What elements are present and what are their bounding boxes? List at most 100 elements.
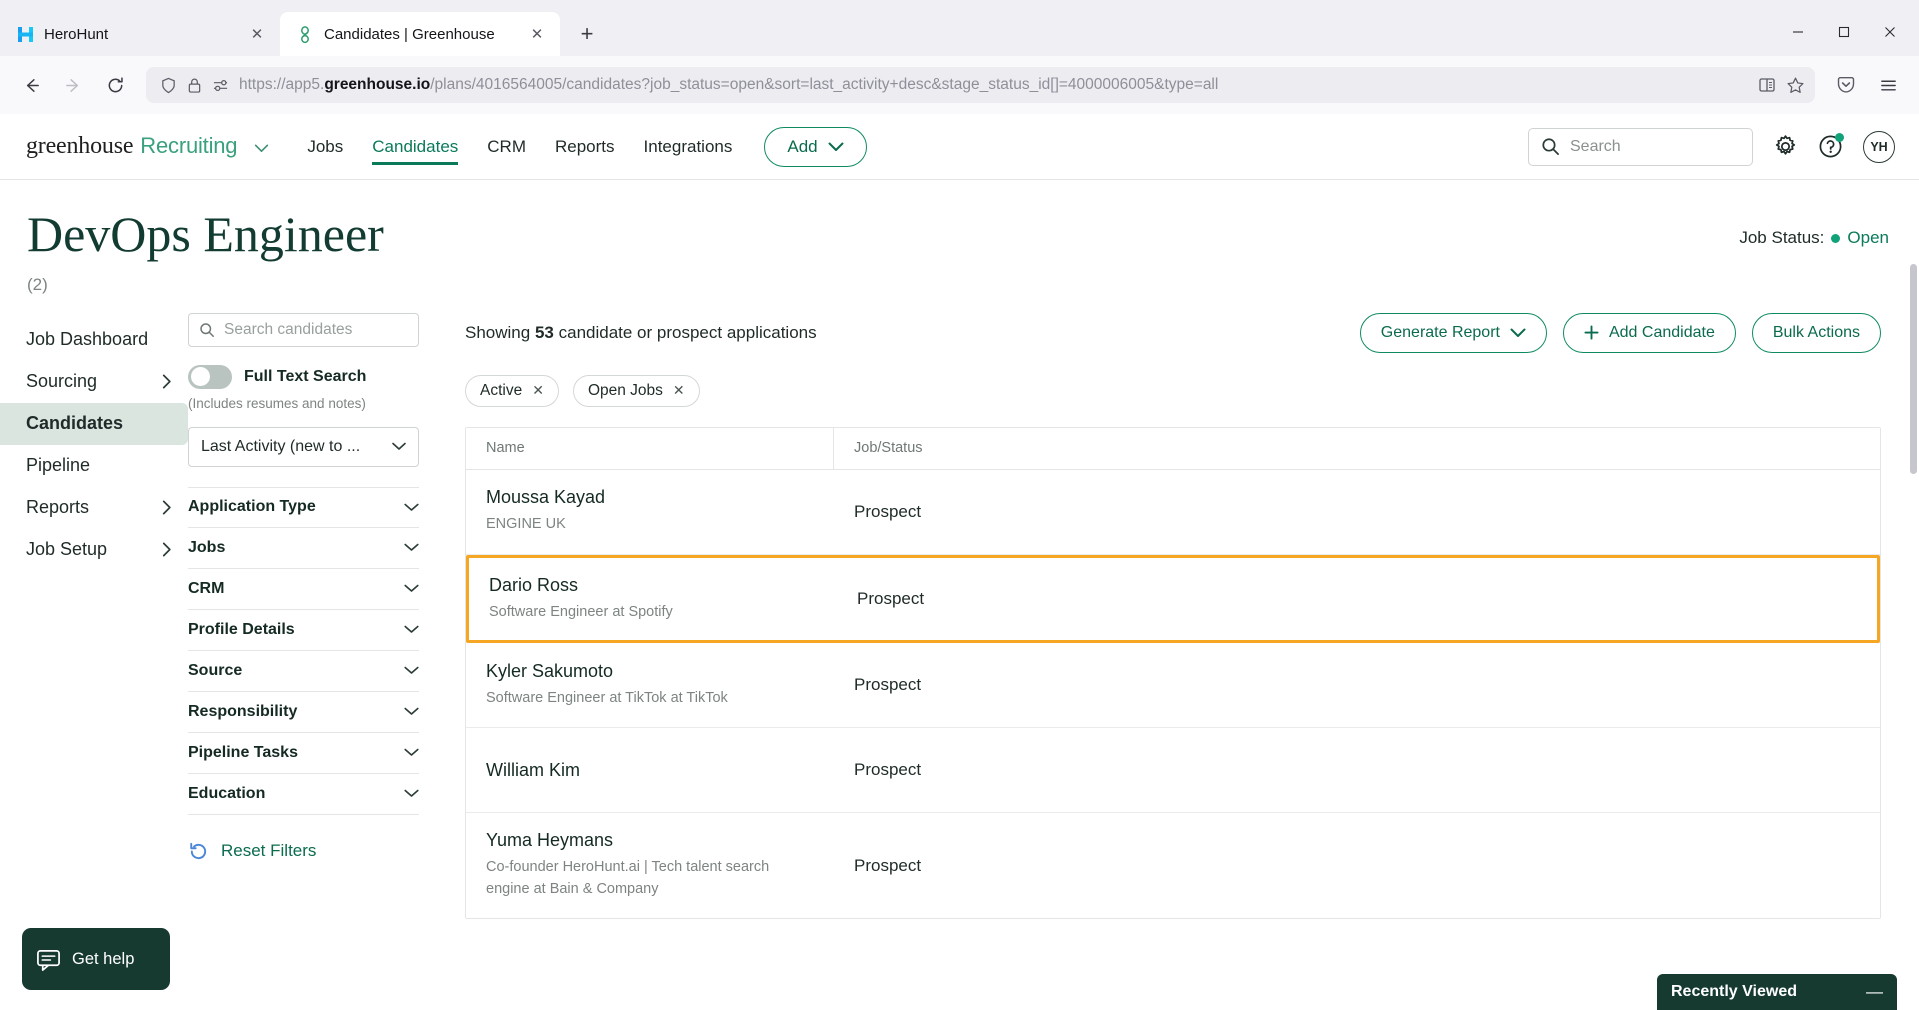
sort-select[interactable]: Last Activity (new to ... [188, 426, 419, 467]
close-icon[interactable]: ✕ [673, 382, 685, 399]
filter-accordion-education[interactable]: Education [188, 774, 419, 815]
sidebar-item-job-setup[interactable]: Job Setup [0, 529, 188, 571]
help-button[interactable] [1818, 133, 1844, 159]
logo-recruiting-text: Recruiting [140, 133, 238, 158]
table-row[interactable]: Yuma Heymans Co-founder HeroHunt.ai | Te… [466, 813, 1880, 918]
candidate-name[interactable]: William Kim [486, 760, 814, 781]
page-header: DevOps Engineer (2) Job Status: Open [0, 180, 1919, 295]
candidate-name[interactable]: Dario Ross [489, 575, 817, 596]
sidebar-item-sourcing[interactable]: Sourcing [0, 361, 188, 403]
candidate-search-placeholder: Search candidates [224, 320, 353, 338]
help-notification-dot [1835, 133, 1844, 142]
chevron-down-icon[interactable] [254, 144, 269, 153]
reset-filters-button[interactable]: Reset Filters [188, 841, 419, 862]
sidebar-item-label: Reports [26, 497, 90, 517]
new-tab-button[interactable]: + [570, 17, 604, 51]
candidate-status: Prospect [854, 855, 922, 875]
job-status-label: Job Status: [1739, 228, 1825, 247]
page-scrollbar[interactable] [1907, 114, 1919, 1010]
nav-link-crm[interactable]: CRM [487, 133, 526, 161]
search-icon [1541, 137, 1560, 156]
showing-count-text: Showing 53 candidate or prospect applica… [465, 323, 817, 343]
add-button[interactable]: Add [764, 126, 867, 167]
filter-accordion-pipeline-tasks[interactable]: Pipeline Tasks [188, 733, 419, 774]
bulk-actions-button[interactable]: Bulk Actions [1751, 312, 1881, 353]
table-header-row: Name Job/Status [466, 427, 1880, 470]
sidebar-item-job-dashboard[interactable]: Job Dashboard [0, 319, 188, 361]
filter-chip-label: Open Jobs [587, 381, 663, 399]
add-candidate-label: Add Candidate [1608, 323, 1715, 341]
shield-icon[interactable] [160, 77, 177, 94]
browser-tab-greenhouse[interactable]: Candidates | Greenhouse ✕ [280, 12, 560, 56]
showing-suffix: candidate or prospect applications [558, 322, 817, 342]
chevron-down-icon [404, 789, 419, 798]
hamburger-menu-icon[interactable] [1869, 66, 1907, 104]
nav-link-candidates[interactable]: Candidates [372, 133, 459, 165]
close-icon[interactable]: ✕ [246, 23, 268, 45]
pocket-save-icon[interactable] [1827, 66, 1865, 104]
recently-viewed-panel[interactable]: Recently Viewed — [1657, 974, 1897, 1010]
full-text-search-toggle[interactable] [188, 364, 232, 389]
gear-icon[interactable] [1773, 134, 1798, 159]
back-icon[interactable] [12, 66, 50, 104]
filter-accordion-application-type[interactable]: Application Type [188, 486, 419, 528]
sidebar-item-reports[interactable]: Reports [0, 487, 188, 529]
candidate-search-input[interactable]: Search candidates [188, 312, 419, 347]
job-sidebar: Job Dashboard Sourcing Candidates Pipeli… [0, 313, 188, 919]
filter-accordion-responsibility[interactable]: Responsibility [188, 692, 419, 733]
table-row[interactable]: Moussa Kayad ENGINE UK Prospect [466, 469, 1880, 555]
nav-link-integrations[interactable]: Integrations [644, 133, 733, 161]
filter-accordion-jobs[interactable]: Jobs [188, 528, 419, 569]
close-icon[interactable]: ✕ [526, 23, 548, 45]
filter-accordion-crm[interactable]: CRM [188, 569, 419, 610]
filter-chip-active[interactable]: Active ✕ [465, 374, 559, 407]
get-help-widget[interactable]: Get help [22, 928, 170, 990]
candidate-name-cell: Yuma Heymans Co-founder HeroHunt.ai | Te… [466, 813, 834, 918]
url-bar[interactable]: https://app5.greenhouse.io/plans/4016564… [146, 67, 1815, 103]
url-text[interactable]: https://app5.greenhouse.io/plans/4016564… [239, 76, 1748, 94]
bookmark-star-icon[interactable] [1786, 76, 1805, 95]
candidate-name[interactable]: Yuma Heymans [486, 830, 814, 851]
table-row[interactable]: Dario Ross Software Engineer at Spotify … [466, 554, 1880, 644]
column-header-name[interactable]: Name [466, 427, 834, 469]
chat-icon [36, 947, 61, 972]
table-row[interactable]: Kyler Sakumoto Software Engineer at TikT… [466, 643, 1880, 729]
avatar[interactable]: YH [1863, 130, 1895, 163]
chevron-down-icon [404, 707, 419, 716]
get-help-label: Get help [72, 949, 135, 968]
candidate-name[interactable]: Moussa Kayad [486, 487, 814, 508]
nav-link-reports[interactable]: Reports [555, 133, 615, 161]
add-candidate-button[interactable]: Add Candidate [1562, 312, 1736, 353]
filter-accordion-profile-details[interactable]: Profile Details [188, 610, 419, 651]
sidebar-item-pipeline[interactable]: Pipeline [0, 445, 188, 487]
minimize-icon[interactable]: — [1866, 982, 1883, 1002]
chevron-right-icon [162, 500, 172, 515]
filter-chip-open-jobs[interactable]: Open Jobs ✕ [572, 374, 700, 407]
window-close-button[interactable] [1867, 12, 1913, 52]
window-minimize-button[interactable] [1775, 12, 1821, 52]
candidate-name[interactable]: Kyler Sakumoto [486, 661, 814, 682]
sidebar-item-label: Sourcing [26, 371, 98, 391]
reader-view-icon[interactable] [1758, 76, 1776, 94]
table-row[interactable]: William Kim Prospect [466, 728, 1880, 814]
filter-accordion-source[interactable]: Source [188, 651, 419, 692]
browser-navbar: https://app5.greenhouse.io/plans/4016564… [0, 56, 1919, 114]
bulk-actions-label: Bulk Actions [1772, 323, 1860, 341]
forward-icon [54, 66, 92, 104]
chevron-down-icon [404, 748, 419, 757]
permissions-icon[interactable] [212, 78, 229, 93]
column-header-job-status[interactable]: Job/Status [834, 428, 1880, 469]
close-icon[interactable]: ✕ [532, 382, 544, 399]
scrollbar-thumb[interactable] [1910, 264, 1917, 474]
sidebar-item-candidates[interactable]: Candidates [0, 402, 188, 445]
browser-tab-herohunt[interactable]: HeroHunt ✕ [0, 12, 280, 56]
chevron-right-icon [162, 542, 172, 557]
generate-report-button[interactable]: Generate Report [1359, 312, 1547, 353]
nav-link-jobs[interactable]: Jobs [307, 133, 343, 161]
window-maximize-button[interactable] [1821, 12, 1867, 52]
reload-icon[interactable] [96, 66, 134, 104]
greenhouse-logo[interactable]: greenhouse Recruiting [26, 133, 269, 160]
lock-icon[interactable] [187, 77, 202, 94]
global-search-input[interactable]: Search [1528, 127, 1753, 166]
window-controls [1775, 12, 1913, 56]
